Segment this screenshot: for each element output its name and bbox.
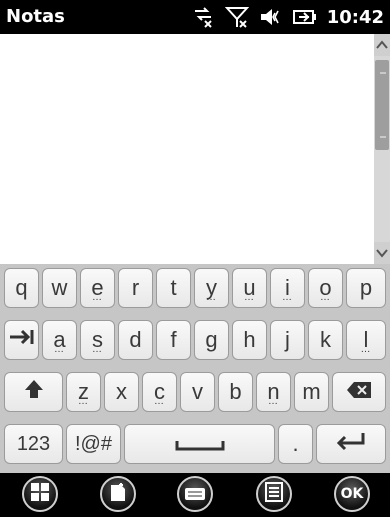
key-c[interactable]: c… (142, 372, 177, 412)
key-label: b (229, 379, 242, 404)
space-icon (175, 431, 225, 457)
key-p[interactable]: p (346, 268, 386, 308)
key-k[interactable]: k (308, 320, 343, 360)
clock: 10:42 (326, 6, 384, 28)
key-label: d (129, 327, 142, 352)
scrollbar[interactable] (374, 34, 390, 264)
key-g[interactable]: g (194, 320, 229, 360)
key-z[interactable]: z… (66, 372, 101, 412)
start-button[interactable] (22, 476, 58, 512)
accent-indicator: … (54, 344, 65, 355)
keyboard-toggle-button[interactable] (177, 476, 213, 512)
accent-indicator: … (206, 292, 217, 303)
shift-icon (23, 378, 45, 406)
accent-indicator: … (320, 292, 331, 303)
key-n[interactable]: n… (256, 372, 291, 412)
key-label: m (302, 379, 321, 404)
key-d[interactable]: d (118, 320, 153, 360)
accent-indicator: … (154, 396, 165, 407)
bottom-bar: OK (0, 473, 390, 517)
key-a[interactable]: a… (42, 320, 77, 360)
key-label: q (15, 275, 28, 300)
key-label: f (170, 327, 177, 352)
accent-indicator: … (360, 344, 372, 355)
key-t[interactable]: t (156, 268, 191, 308)
key-label: j (285, 327, 290, 352)
scroll-up-button[interactable] (374, 34, 390, 56)
data-connection-icon (191, 5, 215, 29)
scroll-down-button[interactable] (374, 242, 390, 264)
menu-list-icon (265, 482, 283, 506)
status-bar: Notas 10:42 (0, 0, 390, 34)
key-label: x (116, 379, 127, 404)
key-s[interactable]: s… (80, 320, 115, 360)
key-label: k (320, 327, 331, 352)
key-label: t (170, 275, 177, 300)
key-label: !@# (75, 432, 112, 455)
soft-keyboard: q w e… r t y… u… i… o… p a… s… d f g h j… (0, 264, 390, 473)
key-label: . (292, 431, 299, 456)
windows-logo-icon (30, 482, 50, 506)
key-i[interactable]: i… (270, 268, 305, 308)
keyboard-icon (185, 485, 205, 504)
ok-label: OK (340, 486, 364, 502)
key-m[interactable]: m (294, 372, 329, 412)
tab-key[interactable] (4, 320, 39, 360)
key-f[interactable]: f (156, 320, 191, 360)
accent-indicator: … (268, 396, 279, 407)
key-q[interactable]: q (4, 268, 39, 308)
symbols-key[interactable]: !@# (66, 424, 121, 464)
signal-off-icon (224, 5, 249, 29)
period-key[interactable]: . (278, 424, 313, 464)
backspace-key[interactable] (332, 372, 386, 412)
key-v[interactable]: v (180, 372, 215, 412)
shift-key[interactable] (4, 372, 63, 412)
accent-indicator: … (92, 292, 103, 303)
status-icons: 10:42 (191, 5, 384, 29)
note-text-area[interactable] (0, 34, 374, 264)
battery-charging-icon (292, 5, 317, 29)
speaker-icon (259, 5, 283, 29)
ok-button[interactable]: OK (334, 476, 370, 512)
new-note-icon (109, 481, 127, 507)
key-u[interactable]: u… (232, 268, 267, 308)
key-label: w (51, 275, 68, 300)
accent-indicator: … (92, 344, 103, 355)
key-j[interactable]: j (270, 320, 305, 360)
enter-key[interactable] (316, 424, 386, 464)
key-h[interactable]: h (232, 320, 267, 360)
numbers-key[interactable]: 123 (4, 424, 63, 464)
backspace-icon (346, 379, 372, 405)
key-label: v (192, 379, 203, 404)
grip-dot (380, 72, 386, 74)
key-label: h (243, 327, 256, 352)
key-w[interactable]: w (42, 268, 77, 308)
scroll-thumb[interactable] (375, 60, 389, 150)
key-l[interactable]: l… (346, 320, 386, 360)
key-label: r (131, 275, 140, 300)
accent-indicator: … (244, 292, 255, 303)
key-o[interactable]: o… (308, 268, 343, 308)
menu-button[interactable] (256, 476, 292, 512)
tab-icon (8, 327, 36, 353)
key-e[interactable]: e… (80, 268, 115, 308)
enter-icon (335, 431, 367, 457)
app-title: Notas (6, 6, 65, 27)
key-label: p (359, 275, 373, 300)
key-y[interactable]: y… (194, 268, 229, 308)
accent-indicator: … (78, 396, 89, 407)
new-note-button[interactable] (100, 476, 136, 512)
accent-indicator: … (282, 292, 293, 303)
key-x[interactable]: x (104, 372, 139, 412)
key-label: 123 (16, 432, 51, 455)
key-label: g (205, 327, 218, 352)
key-r[interactable]: r (118, 268, 153, 308)
grip-dot (380, 136, 386, 138)
key-b[interactable]: b (218, 372, 253, 412)
space-key[interactable] (124, 424, 275, 464)
